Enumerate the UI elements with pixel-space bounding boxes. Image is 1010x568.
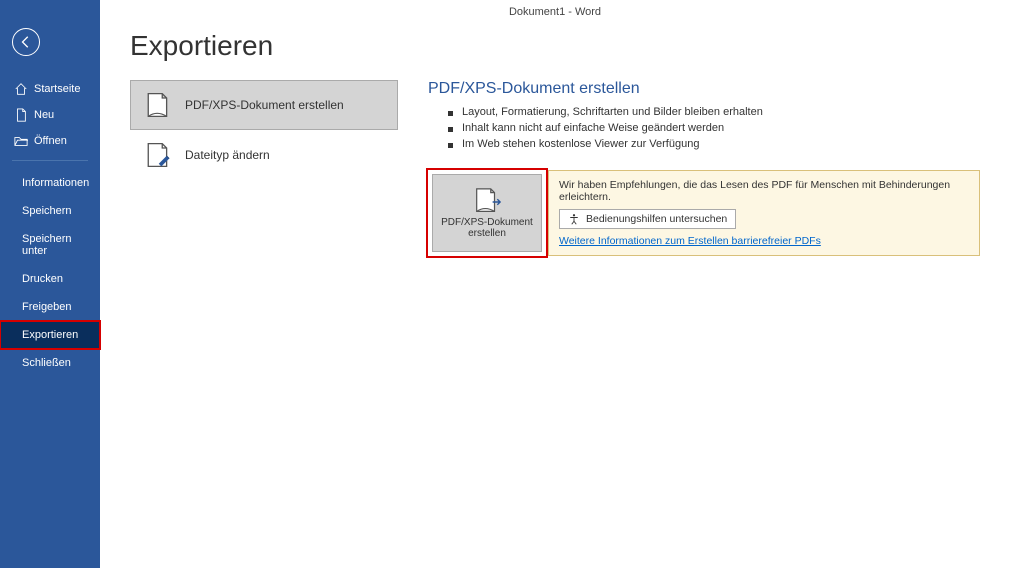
change-file-type-icon <box>143 141 171 169</box>
export-option-list: PDF/XPS-Dokument erstellen Dateityp ände… <box>130 80 398 180</box>
accessible-pdf-link[interactable]: Weitere Informationen zum Erstellen barr… <box>559 235 969 247</box>
create-pdf-xps-button[interactable]: PDF/XPS-Dokument erstellen <box>432 174 542 252</box>
page-title: Exportieren <box>130 30 980 62</box>
option-change-file-type[interactable]: Dateityp ändern <box>130 130 398 180</box>
action-row: PDF/XPS-Dokument erstellen Wir haben Emp… <box>428 170 980 256</box>
accessibility-icon <box>568 213 580 225</box>
detail-bullets: Layout, Formatierung, Schriftarten und B… <box>448 104 980 152</box>
option-change-file-type-label: Dateityp ändern <box>185 148 270 162</box>
nav-open-label: Öffnen <box>34 135 67 147</box>
info-text: Wir haben Empfehlungen, die das Lesen de… <box>559 179 969 203</box>
pdf-export-icon <box>472 187 502 213</box>
back-arrow-icon <box>19 35 33 49</box>
nav-save-as[interactable]: Speichern unter <box>0 225 100 265</box>
nav-new[interactable]: Neu <box>0 102 100 128</box>
detail-title: PDF/XPS-Dokument erstellen <box>428 80 980 98</box>
new-doc-icon <box>14 108 28 122</box>
export-detail-pane: PDF/XPS-Dokument erstellen Layout, Forma… <box>428 80 980 256</box>
window-title: Dokument1 - Word <box>100 6 1010 18</box>
nav-new-label: Neu <box>34 109 54 121</box>
back-button[interactable] <box>12 28 40 56</box>
backstage-sidebar: Startseite Neu Öffnen Informationen Spei… <box>0 0 100 568</box>
open-folder-icon <box>14 134 28 148</box>
nav-close[interactable]: Schließen <box>0 349 100 377</box>
pdf-page-icon <box>143 91 171 119</box>
option-create-pdf-xps-label: PDF/XPS-Dokument erstellen <box>185 98 344 112</box>
bullet-item: Inhalt kann nicht auf einfache Weise geä… <box>448 120 980 136</box>
bullet-item: Layout, Formatierung, Schriftarten und B… <box>448 104 980 120</box>
highlight-frame: PDF/XPS-Dokument erstellen <box>428 170 546 256</box>
nav-open[interactable]: Öffnen <box>0 128 100 154</box>
nav-share[interactable]: Freigeben <box>0 293 100 321</box>
nav-separator <box>12 160 88 161</box>
nav-home-label: Startseite <box>34 83 80 95</box>
home-icon <box>14 82 28 96</box>
nav-home[interactable]: Startseite <box>0 76 100 102</box>
nav-info[interactable]: Informationen <box>0 169 100 197</box>
nav-export[interactable]: Exportieren <box>0 321 100 349</box>
bullet-item: Im Web stehen kostenlose Viewer zur Verf… <box>448 136 980 152</box>
investigate-accessibility-button[interactable]: Bedienungshilfen untersuchen <box>559 209 736 229</box>
option-create-pdf-xps[interactable]: PDF/XPS-Dokument erstellen <box>130 80 398 130</box>
main-content: Dokument1 - Word Exportieren PDF/XPS-Dok… <box>100 0 1010 568</box>
investigate-accessibility-label: Bedienungshilfen untersuchen <box>586 213 727 225</box>
nav-print[interactable]: Drucken <box>0 265 100 293</box>
accessibility-info-box: Wir haben Empfehlungen, die das Lesen de… <box>548 170 980 256</box>
nav-save[interactable]: Speichern <box>0 197 100 225</box>
create-pdf-xps-button-label: PDF/XPS-Dokument erstellen <box>433 217 541 239</box>
